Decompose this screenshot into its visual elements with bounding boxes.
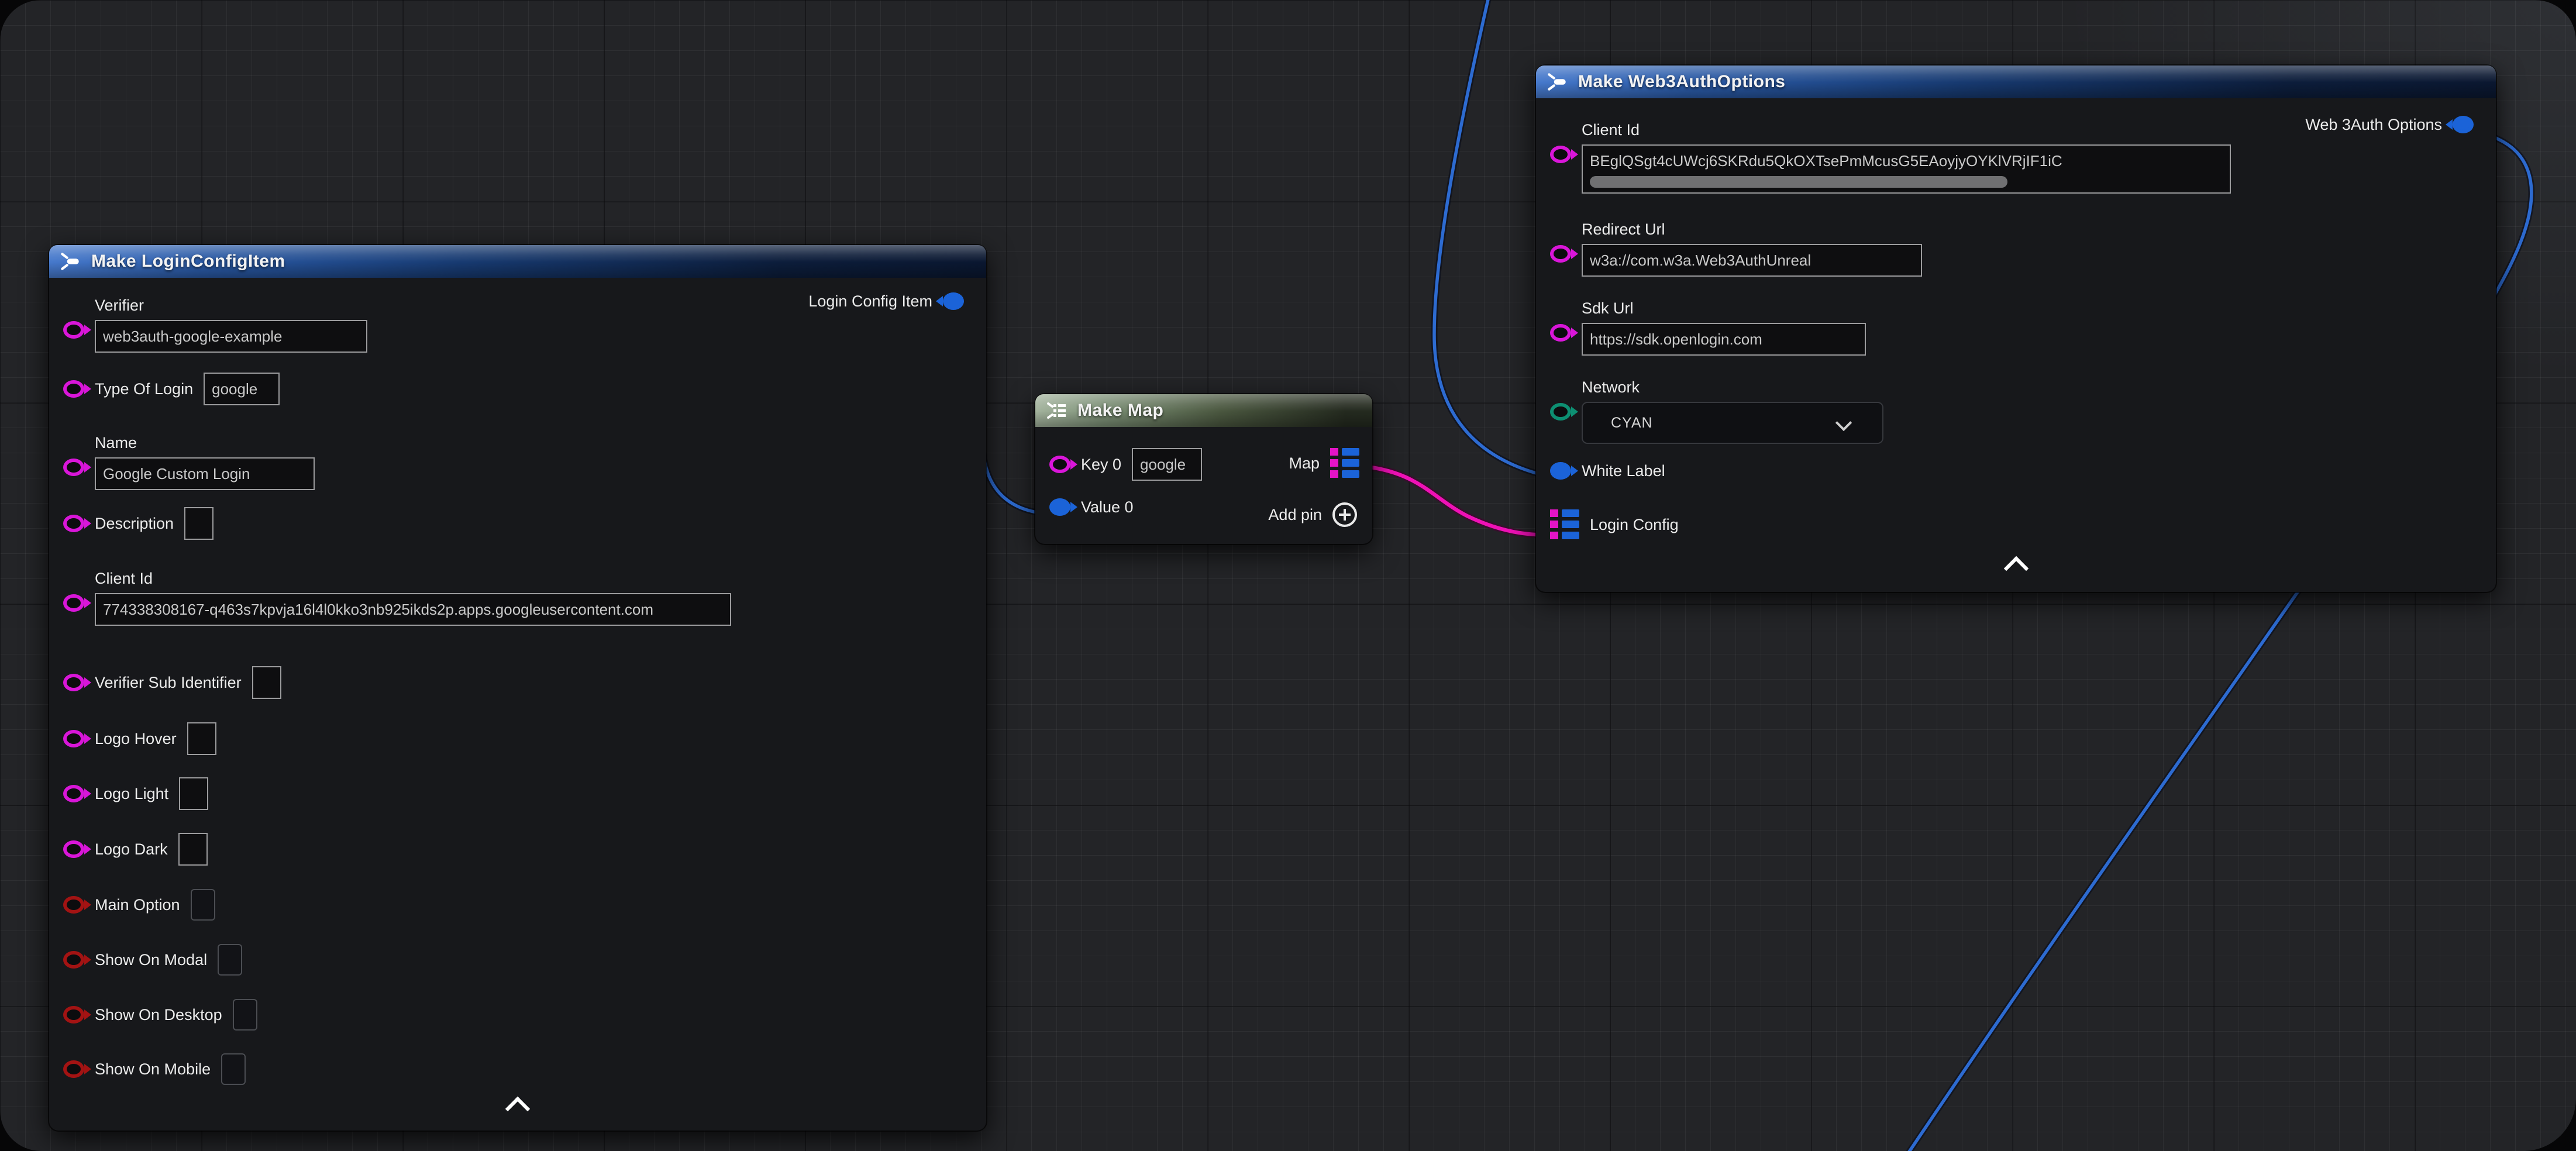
node-header[interactable]: Make Map [1035,394,1372,427]
pin-row-logo-light: Logo Light [63,777,208,810]
show-on-desktop-checkbox[interactable] [233,999,257,1031]
pin-row-show-on-mobile: Show On Mobile [63,1053,246,1085]
pin-row-redirect-url: Redirect Url w3a://com.w3a.Web3AuthUnrea… [1550,219,1922,277]
pin-login-config-item-output[interactable] [943,292,964,310]
pin-show-on-mobile[interactable] [63,1060,84,1078]
pin-row-web3auth-options-output: Web 3Auth Options [2305,115,2474,135]
pin-row-description: Description [63,507,213,540]
pin-sdk-url[interactable] [1550,324,1571,342]
logo-dark-input[interactable] [178,833,208,866]
pin-client-id[interactable] [63,594,84,612]
pin-network[interactable] [1550,403,1571,421]
pin-logo-dark[interactable] [63,840,84,858]
description-input[interactable] [184,507,213,540]
pin-type-of-login[interactable] [63,380,84,398]
make-map-icon [1045,401,1068,421]
node-title: Make Web3AuthOptions [1578,72,1785,92]
pin-row-logo-dark: Logo Dark [63,833,208,866]
pin-description[interactable] [63,515,84,532]
node-title: Make LoginConfigItem [91,251,285,271]
collapse-node-button[interactable] [1536,560,2496,577]
type-of-login-input[interactable]: google [204,373,280,405]
node-title: Make Map [1077,401,1163,421]
pin-row-main-option: Main Option [63,889,215,921]
logo-light-input[interactable] [179,777,208,810]
collapse-node-button[interactable] [49,1100,986,1118]
pin-row-verifier-sub-identifier: Verifier Sub Identifier [63,666,281,699]
pin-map-output[interactable] [1330,448,1359,478]
pin-value0[interactable] [1049,498,1070,516]
node-make-loginconfigitem[interactable]: Make LoginConfigItem Login Config Item V… [49,245,986,1131]
pin-logo-light[interactable] [63,785,84,802]
sdk-url-input[interactable]: https://sdk.openlogin.com [1582,323,1866,356]
pin-row-white-label: White Label [1550,461,1665,481]
main-option-checkbox[interactable] [191,889,215,921]
chevron-up-icon [505,1097,530,1121]
network-dropdown[interactable]: CYAN [1582,402,1883,444]
pin-web3auth-options-output[interactable] [2453,116,2474,133]
pin-row-map-output: Map [1289,448,1359,478]
chevron-up-icon [2003,556,2028,581]
verifier-sub-identifier-input[interactable] [252,666,281,699]
pin-row-sdk-url: Sdk Url https://sdk.openlogin.com [1550,298,1866,356]
show-on-modal-checkbox[interactable] [218,944,242,976]
horizontal-scrollbar[interactable] [1590,176,2007,188]
wire-shadow [1356,466,1552,535]
pin-login-config[interactable] [1550,509,1579,539]
pin-row-logo-hover: Logo Hover [63,722,216,755]
pin-verifier[interactable] [63,321,84,339]
pin-row-verifier: Verifier web3auth-google-example [63,295,367,353]
pin-row-login-config-item: Login Config Item [808,291,964,311]
pin-row-show-on-desktop: Show On Desktop [63,999,257,1031]
pin-show-on-modal[interactable] [63,951,84,969]
redirect-url-input[interactable]: w3a://com.w3a.Web3AuthUnreal [1582,244,1922,277]
wire-map-to-loginconfig[interactable] [1356,466,1552,535]
pin-name[interactable] [63,459,84,476]
node-header[interactable]: Make LoginConfigItem [49,245,986,278]
pin-redirect-url[interactable] [1550,245,1571,263]
make-struct-icon [58,251,82,271]
pin-show-on-desktop[interactable] [63,1006,84,1024]
pin-key0[interactable] [1049,456,1070,473]
name-input[interactable]: Google Custom Login [95,457,315,490]
pin-row-name: Name Google Custom Login [63,433,315,490]
pin-row-value0: Value 0 [1049,497,1134,517]
node-make-map[interactable]: Make Map Key 0 google Map Value 0 Add pi… [1035,394,1372,544]
add-pin-row: Add pin [1268,502,1357,527]
client-id-input[interactable]: BEglQSgt4cUWcj6SKRdu5QkOXTsePmMcusG5EAoy… [1582,144,2231,194]
add-pin-button[interactable] [1332,502,1357,527]
node-make-web3authoptions[interactable]: Make Web3AuthOptions Web 3Auth Options C… [1536,66,2496,592]
client-id-input[interactable]: 774338308167-q463s7kpvja16l4l0kko3nb925i… [95,593,731,626]
pin-row-type-of-login: Type Of Login google [63,373,280,405]
logo-hover-input[interactable] [187,722,216,755]
pin-row-show-on-modal: Show On Modal [63,944,242,976]
key0-input[interactable]: google [1132,448,1202,481]
chevron-down-icon [1835,415,1852,431]
pin-white-label[interactable] [1550,462,1571,480]
pin-row-client-id: Client Id BEglQSgt4cUWcj6SKRdu5QkOXTsePm… [1550,120,2231,194]
make-struct-icon [1545,72,1569,92]
pin-row-key0: Key 0 google [1049,448,1202,481]
node-header[interactable]: Make Web3AuthOptions [1536,66,2496,98]
pin-row-login-config: Login Config [1550,509,1679,539]
show-on-mobile-checkbox[interactable] [221,1053,246,1085]
pin-row-client-id: Client Id 774338308167-q463s7kpvja16l4l0… [63,568,731,626]
verifier-input[interactable]: web3auth-google-example [95,320,367,353]
pin-verifier-sub-identifier[interactable] [63,674,84,691]
pin-main-option[interactable] [63,896,84,914]
pin-client-id[interactable] [1550,146,1571,163]
pin-logo-hover[interactable] [63,730,84,747]
pin-row-network: Network CYAN [1550,377,1883,444]
blueprint-graph-canvas[interactable]: Make LoginConfigItem Login Config Item V… [0,0,2576,1151]
